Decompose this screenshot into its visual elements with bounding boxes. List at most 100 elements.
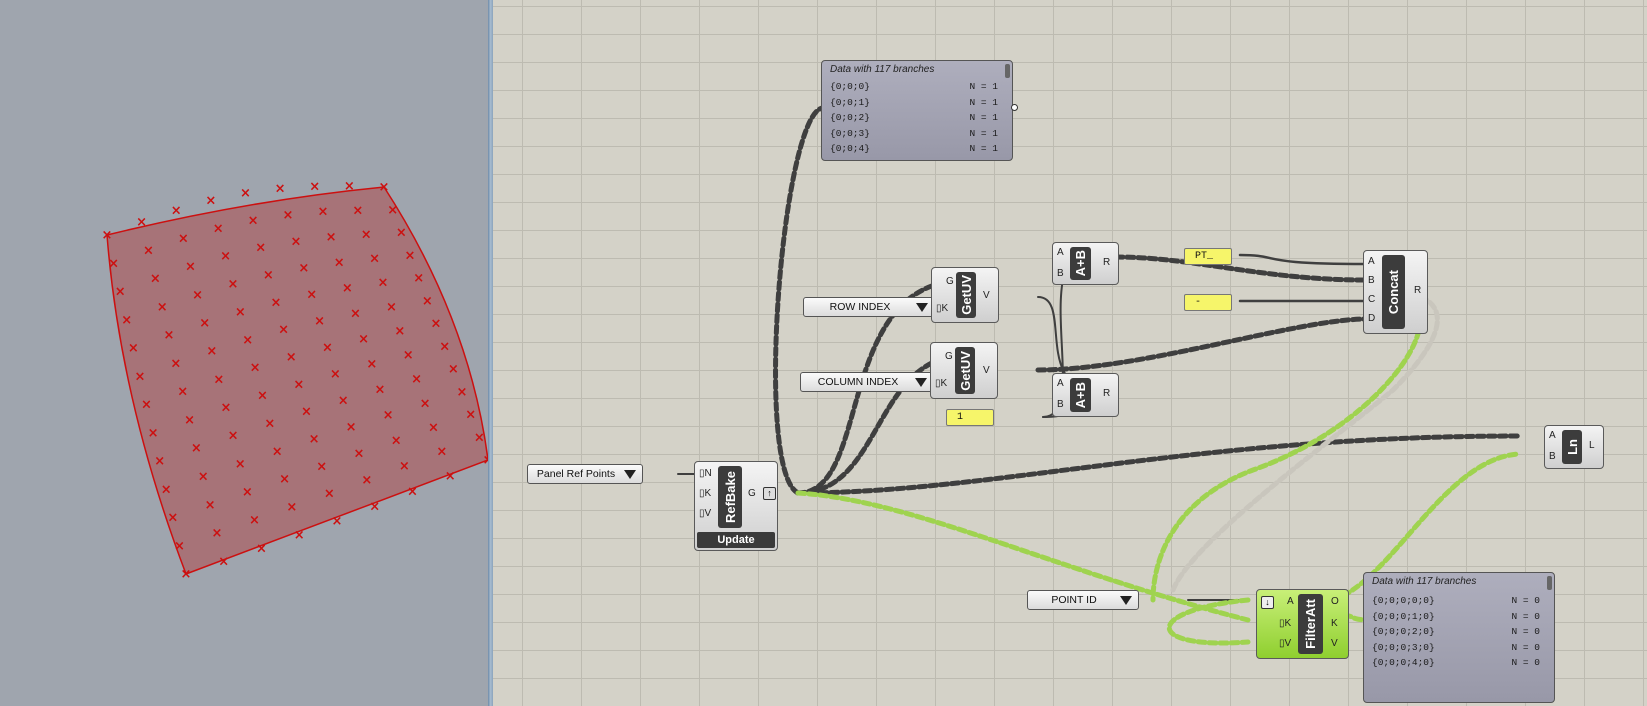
point-marker-icon[interactable]: × xyxy=(391,433,402,448)
point-marker-icon[interactable]: × xyxy=(255,241,266,256)
component-line[interactable]: A B Ln L xyxy=(1544,425,1604,469)
point-marker-icon[interactable]: × xyxy=(411,372,422,387)
point-marker-icon[interactable]: × xyxy=(228,429,239,444)
point-marker-icon[interactable]: × xyxy=(154,454,165,469)
point-marker-icon[interactable]: × xyxy=(213,372,224,387)
dropdown-arrow-icon[interactable] xyxy=(916,302,928,312)
text-panel-separator[interactable]: - xyxy=(1184,294,1232,311)
point-marker-icon[interactable]: × xyxy=(286,500,297,515)
point-marker-icon[interactable]: × xyxy=(293,377,304,392)
point-marker-icon[interactable]: × xyxy=(143,243,154,258)
point-marker-icon[interactable]: × xyxy=(448,362,459,377)
point-marker-icon[interactable]: × xyxy=(192,288,203,303)
number-panel-one[interactable]: 1 xyxy=(946,409,994,426)
point-marker-icon[interactable]: × xyxy=(240,186,251,201)
point-marker-icon[interactable]: × xyxy=(185,260,196,275)
point-marker-icon[interactable]: × xyxy=(294,528,305,543)
point-marker-icon[interactable]: × xyxy=(322,340,333,355)
point-marker-icon[interactable]: × xyxy=(346,420,357,435)
update-button[interactable]: Update xyxy=(697,532,775,548)
point-marker-icon[interactable]: × xyxy=(369,252,380,267)
point-marker-icon[interactable]: × xyxy=(350,306,361,321)
point-marker-icon[interactable]: × xyxy=(396,226,407,241)
point-marker-icon[interactable]: × xyxy=(121,313,132,328)
point-marker-icon[interactable]: × xyxy=(431,317,442,332)
panel-scrollbar[interactable] xyxy=(1547,576,1552,590)
point-marker-icon[interactable]: × xyxy=(279,472,290,487)
point-marker-icon[interactable]: × xyxy=(387,203,398,218)
point-marker-icon[interactable]: × xyxy=(316,459,327,474)
point-marker-icon[interactable]: × xyxy=(199,316,210,331)
point-marker-icon[interactable]: × xyxy=(161,482,172,497)
point-marker-icon[interactable]: × xyxy=(344,179,355,194)
point-marker-icon[interactable]: × xyxy=(378,276,389,291)
point-marker-icon[interactable]: × xyxy=(366,357,377,372)
point-marker-icon[interactable]: × xyxy=(242,485,253,500)
point-marker-icon[interactable]: × xyxy=(164,328,175,343)
value-list-column-index[interactable]: COLUMN INDEX xyxy=(800,372,934,392)
point-marker-icon[interactable]: × xyxy=(457,385,468,400)
value-list-row-index[interactable]: ROW INDEX xyxy=(803,297,935,317)
point-marker-icon[interactable]: × xyxy=(361,473,372,488)
value-list-point-id[interactable]: POINT ID xyxy=(1027,590,1139,610)
point-marker-icon[interactable]: × xyxy=(428,421,439,436)
point-marker-icon[interactable]: × xyxy=(465,408,476,423)
panel-scrollbar[interactable] xyxy=(1005,64,1010,78)
point-marker-icon[interactable]: × xyxy=(250,361,261,376)
rhino-viewport[interactable]: × × × × × × × × × × × × × × × × × × × × × × × × × × × × × × × × × × × × × × × ×… xyxy=(0,0,488,706)
point-marker-icon[interactable]: × xyxy=(290,234,301,249)
point-marker-icon[interactable]: × xyxy=(369,499,380,514)
point-marker-icon[interactable]: × xyxy=(314,314,325,329)
dropdown-arrow-icon[interactable] xyxy=(915,377,927,387)
component-filter-attributes[interactable]: ↓ A ▯K ▯V FilterAtt O K V xyxy=(1256,589,1349,659)
point-marker-icon[interactable]: × xyxy=(338,393,349,408)
component-refbake[interactable]: ▯N ▯K ▯V RefBake G ↑ Update xyxy=(694,461,778,551)
point-marker-icon[interactable]: × xyxy=(332,514,343,529)
point-marker-icon[interactable]: × xyxy=(271,295,282,310)
point-marker-icon[interactable]: × xyxy=(264,416,275,431)
point-marker-icon[interactable]: × xyxy=(405,248,416,263)
point-marker-icon[interactable]: × xyxy=(235,305,246,320)
point-marker-icon[interactable]: × xyxy=(134,369,145,384)
point-marker-icon[interactable]: × xyxy=(220,249,231,264)
point-marker-icon[interactable]: × xyxy=(317,205,328,220)
point-marker-icon[interactable]: × xyxy=(407,484,418,499)
dropdown-arrow-icon[interactable] xyxy=(1120,595,1132,605)
point-marker-icon[interactable]: × xyxy=(263,268,274,283)
panel-data-bottom[interactable]: Data with 117 branches {0;0;0;0;0} N = 0 … xyxy=(1363,572,1555,703)
point-marker-icon[interactable]: × xyxy=(213,221,224,236)
point-marker-icon[interactable]: × xyxy=(242,333,253,348)
point-marker-icon[interactable]: × xyxy=(334,256,345,271)
point-marker-icon[interactable]: × xyxy=(157,300,168,315)
dropdown-arrow-icon[interactable] xyxy=(624,469,636,479)
point-marker-icon[interactable]: × xyxy=(228,277,239,292)
point-marker-icon[interactable]: × xyxy=(178,231,189,246)
point-marker-icon[interactable]: × xyxy=(445,469,456,484)
component-addition-2[interactable]: A B A+B R xyxy=(1052,373,1119,417)
point-marker-icon[interactable]: × xyxy=(248,213,259,228)
point-marker-icon[interactable]: × xyxy=(306,287,317,302)
point-marker-icon[interactable]: × xyxy=(352,203,363,218)
point-marker-icon[interactable]: × xyxy=(108,256,119,271)
point-marker-icon[interactable]: × xyxy=(374,383,385,398)
point-marker-icon[interactable]: × xyxy=(221,400,232,415)
point-marker-icon[interactable]: × xyxy=(174,539,185,554)
point-marker-icon[interactable]: × xyxy=(298,261,309,276)
point-marker-icon[interactable]: × xyxy=(283,208,294,223)
filter-param-icon[interactable]: ↓ xyxy=(1261,596,1274,609)
point-marker-icon[interactable]: × xyxy=(128,341,139,356)
point-marker-icon[interactable]: × xyxy=(286,350,297,365)
point-marker-icon[interactable]: × xyxy=(205,193,216,208)
point-marker-icon[interactable]: × xyxy=(256,541,267,556)
point-marker-icon[interactable]: × xyxy=(206,344,217,359)
point-marker-icon[interactable]: × xyxy=(115,285,126,300)
point-marker-icon[interactable]: × xyxy=(191,441,202,456)
point-marker-icon[interactable]: × xyxy=(309,432,320,447)
point-marker-icon[interactable]: × xyxy=(420,396,431,411)
point-marker-icon[interactable]: × xyxy=(330,367,341,382)
point-marker-icon[interactable]: × xyxy=(257,389,268,404)
point-marker-icon[interactable]: × xyxy=(141,398,152,413)
point-marker-icon[interactable]: × xyxy=(167,511,178,526)
point-marker-icon[interactable]: × xyxy=(272,444,283,459)
point-marker-icon[interactable]: × xyxy=(361,227,372,242)
